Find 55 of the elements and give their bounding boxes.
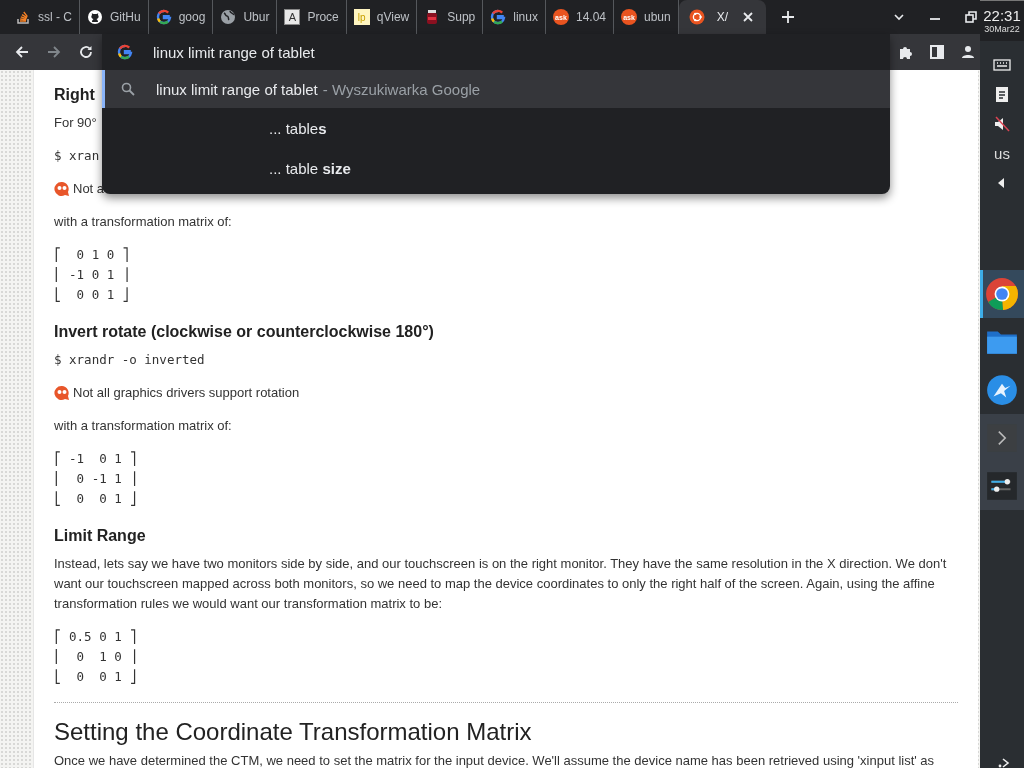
section-heading: Right xyxy=(54,85,95,105)
emoji-icon xyxy=(54,385,70,401)
reload-icon[interactable] xyxy=(78,44,94,60)
globe-icon xyxy=(220,9,237,25)
clipboard-icon[interactable] xyxy=(993,85,1011,103)
sliders-icon[interactable] xyxy=(985,469,1019,503)
ring-icon xyxy=(688,9,705,25)
muted-speaker-icon[interactable] xyxy=(993,115,1011,133)
paragraph: For 90° xyxy=(54,114,97,132)
paragraph: Instead, lets say we have two monitors side by side, and our touchscreen is on the right monitor. They have the same resolution in the X direction. We don't want our touchscreen mapped across both monitors, so we need to map the device coordinates to only the right half of the screen. Again, using the affine transformation rules we would want our transformation matrix to be: xyxy=(54,555,948,613)
code-line: $ xran xyxy=(54,147,100,165)
clock-date: 30Mar22 xyxy=(984,24,1020,35)
suggestion-source: - Wyszukiwarka Google xyxy=(322,80,481,98)
note-text: Not a xyxy=(73,180,105,198)
address-field[interactable]: linux limit range of tablet xyxy=(153,42,890,62)
terminal-icon[interactable] xyxy=(985,421,1019,455)
matrix-text: ⎡ 0.5 0 1 ⎤ ⎢ 0 1 0 ⎥ ⎣ 0 0 1 ⎦ xyxy=(54,628,137,686)
section-heading: Invert rotate (clockwise or counterclockwise 180°) xyxy=(54,322,434,342)
paragraph: Once we have determined the CTM, we need to set the matrix for the input device. We'll assume the device name has been retrieved using 'xinput list' as xyxy=(54,752,935,768)
stack-icon xyxy=(15,9,31,25)
suggestion-row[interactable]: linux limit range of tablet - Wyszukiwarka Google xyxy=(102,70,890,108)
google-icon xyxy=(155,9,172,25)
cat-icon xyxy=(87,9,103,25)
paragraph: with a transformation matrix of: xyxy=(54,417,232,435)
suggestion-text: linux limit range of tablet xyxy=(156,80,318,98)
new-tab-icon[interactable] xyxy=(780,9,797,25)
clock-time: 22:31 xyxy=(983,7,1021,24)
back-icon[interactable] xyxy=(14,44,30,60)
clock[interactable]: 22:31 30Mar22 xyxy=(980,0,1024,41)
search-icon xyxy=(120,81,136,97)
matrix-text: ⎡ 0 1 0 ⎤ ⎢ -1 0 1 ⎥ ⎣ 0 0 1 ⎦ xyxy=(54,246,130,304)
section-heading: Limit Range xyxy=(54,526,146,546)
profile-icon[interactable] xyxy=(960,44,976,60)
google-icon xyxy=(490,9,507,25)
letter-icon: lp xyxy=(353,9,370,25)
code-line: $ xrandr -o inverted xyxy=(54,351,205,369)
emoji-icon xyxy=(54,181,70,197)
letter-icon: A xyxy=(284,9,301,25)
side-panel-icon[interactable] xyxy=(929,44,945,60)
suggestion-row[interactable]: ... tables xyxy=(102,108,890,148)
paragraph: with a transformation matrix of: xyxy=(54,213,232,231)
keyboard-layout[interactable]: us xyxy=(994,145,1010,162)
forward-icon[interactable] xyxy=(46,44,62,60)
puzzle-icon[interactable] xyxy=(898,44,914,60)
suggestion-text: ... table size xyxy=(269,159,351,177)
page-heading: Setting the Coordinate Transformation Matrix xyxy=(54,717,532,747)
restore-icon[interactable] xyxy=(964,10,978,24)
note-text: Not all graphics drivers support rotation xyxy=(73,384,300,402)
bird-icon[interactable] xyxy=(985,373,1019,407)
chrome-icon[interactable] xyxy=(985,277,1019,311)
suggestion-text: ... tables xyxy=(269,119,327,137)
google-icon xyxy=(117,44,133,60)
matrix-text: ⎡ -1 0 1 ⎤ ⎢ 0 -1 1 ⎥ ⎣ 0 0 1 ⎦ xyxy=(54,450,137,508)
browser-tab[interactable]: X/ xyxy=(678,0,767,34)
suggestion-row[interactable]: ... table size xyxy=(102,148,890,188)
